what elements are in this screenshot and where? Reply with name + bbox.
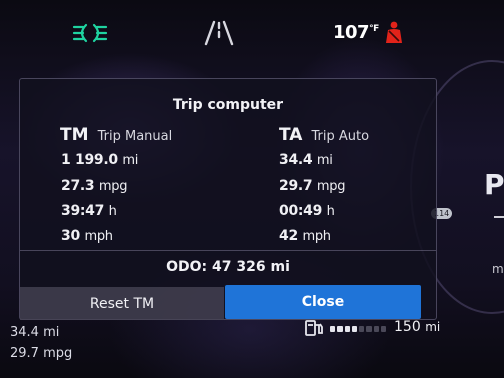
tm-distance-unit: mi (122, 153, 139, 168)
range-unit: mi (425, 320, 441, 334)
fuel-segment (373, 326, 379, 332)
ta-economy: 29.7 mpg (279, 178, 346, 194)
trip-auto-abbr: TA (279, 125, 303, 145)
tm-time-unit: h (108, 204, 117, 219)
outside-temperature: 107°F (333, 22, 379, 43)
divider (20, 250, 436, 251)
tm-economy-value: 27.3 (61, 178, 95, 194)
gauge-unit: mi (492, 262, 504, 276)
ta-distance-value: 34.4 (279, 152, 313, 168)
odometer-value: 47 326 (212, 259, 266, 275)
lane-keep-icon (203, 20, 235, 50)
reset-tm-button[interactable]: Reset TM (20, 287, 224, 320)
fuel-segment (330, 326, 336, 332)
ta-speed-unit: mph (302, 229, 331, 244)
ta-speed-value: 42 (279, 228, 298, 244)
ta-economy-value: 29.7 (279, 178, 313, 194)
tm-economy-unit: mpg (98, 179, 128, 194)
ta-distance: 34.4 mi (279, 152, 333, 168)
fuel-segment (337, 326, 343, 332)
close-button[interactable]: Close (225, 285, 421, 319)
tm-time-value: 39:47 (61, 203, 105, 219)
fuel-pump-icon (304, 319, 326, 341)
trip-computer-dialog: Trip computer TM Trip Manual TA Trip Aut… (19, 78, 437, 320)
tm-speed: 30 mph (61, 228, 113, 244)
fuel-segment (366, 326, 372, 332)
fuel-gauge (330, 326, 386, 332)
ta-time: 00:49 h (279, 203, 335, 219)
trip-manual-header: TM Trip Manual (60, 125, 172, 145)
ta-time-value: 00:49 (279, 203, 323, 219)
tm-distance-value: 1 199.0 (61, 152, 118, 168)
headlights-icon (72, 22, 108, 48)
temperature-unit: °F (369, 24, 379, 34)
tm-speed-unit: mph (84, 229, 113, 244)
fuel-segment (344, 326, 350, 332)
gear-indicator: P (484, 168, 504, 201)
trip-manual-abbr: TM (60, 125, 89, 145)
ta-economy-unit: mpg (316, 179, 346, 194)
range-value: 150 (394, 319, 421, 335)
seatbelt-warning-icon (383, 21, 405, 49)
instrument-cluster-screen: 107°F 114 P mi Trip computer TM Trip Man… (0, 0, 504, 378)
trip-auto-name: Trip Auto (311, 129, 370, 144)
cluster-trip-economy: 29.7 mpg (10, 346, 73, 361)
tm-speed-value: 30 (61, 228, 80, 244)
gauge-divider (494, 216, 504, 218)
ta-time-unit: h (326, 204, 335, 219)
fuel-segment (359, 326, 365, 332)
odometer: ODO: 47 326 mi (20, 259, 436, 275)
tm-time: 39:47 h (61, 203, 117, 219)
trip-manual-name: Trip Manual (97, 129, 173, 144)
odometer-label: ODO: (166, 259, 208, 275)
temperature-value: 107 (333, 22, 370, 43)
cluster-trip-distance: 34.4 mi (10, 325, 60, 340)
ta-speed: 42 mph (279, 228, 331, 244)
dialog-title: Trip computer (172, 97, 284, 113)
odometer-unit: mi (270, 259, 290, 275)
ta-distance-unit: mi (316, 153, 333, 168)
fuel-segment (380, 326, 386, 332)
tm-economy: 27.3 mpg (61, 178, 128, 194)
fuel-segment (351, 326, 357, 332)
tm-distance: 1 199.0 mi (61, 152, 138, 168)
trip-auto-header: TA Trip Auto (279, 125, 369, 145)
fuel-range: 150 mi (394, 319, 440, 335)
